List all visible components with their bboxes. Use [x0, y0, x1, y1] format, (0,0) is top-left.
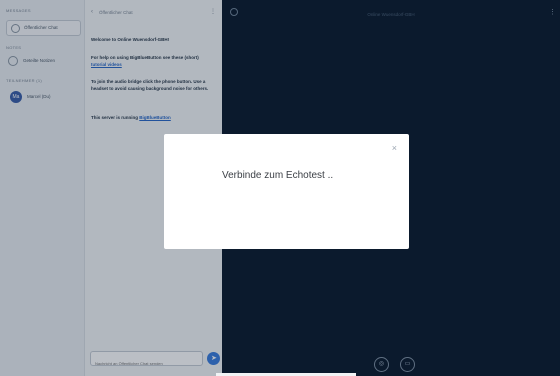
modal-message: Verbinde zum Echotest ..: [222, 170, 334, 181]
close-icon[interactable]: ×: [392, 143, 397, 153]
join-audio-button[interactable]: ◎: [374, 357, 389, 372]
options-icon[interactable]: ⋮: [549, 8, 556, 16]
share-webcam-button[interactable]: ▭: [400, 357, 415, 372]
video-icon: ▭: [404, 361, 411, 367]
audio-icon: ◎: [378, 361, 385, 367]
meeting-title: Online Wuensdorf-GBH: [367, 12, 415, 17]
echo-test-modal: × Verbinde zum Echotest ..: [164, 134, 409, 249]
presentation-header: Online Wuensdorf-GBH ⋮: [222, 0, 560, 30]
